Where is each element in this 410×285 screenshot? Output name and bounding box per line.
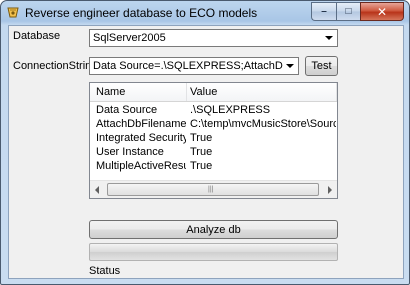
row-value: True <box>190 160 213 172</box>
header-name[interactable]: Name <box>96 86 125 98</box>
status-label: Status <box>89 265 121 277</box>
database-label: Database <box>13 30 61 42</box>
row-name: Data Source <box>96 104 158 116</box>
row-value: True <box>190 146 213 158</box>
column-divider[interactable] <box>186 83 187 101</box>
dialog-window: Reverse engineer database to ECO models … <box>0 0 410 285</box>
minimize-button[interactable]: – <box>311 2 336 21</box>
table-row[interactable]: MultipleActiveResult... True <box>90 160 337 174</box>
header-value[interactable]: Value <box>190 86 217 98</box>
scroll-left-icon[interactable] <box>95 186 99 194</box>
row-name: MultipleActiveResult... <box>96 160 186 172</box>
chevron-down-icon[interactable] <box>286 64 294 68</box>
horizontal-scrollbar[interactable]: ||| <box>90 180 337 198</box>
grip-icon: ||| <box>208 186 214 193</box>
table-row[interactable]: User Instance True <box>90 146 337 160</box>
scroll-right-icon[interactable] <box>328 186 332 194</box>
row-value: .\SQLEXPRESS <box>190 104 271 116</box>
connection-properties-grid[interactable]: Name Value Data Source .\SQLEXPRESS Atta… <box>89 82 338 199</box>
table-row[interactable]: Data Source .\SQLEXPRESS <box>90 104 337 118</box>
row-name: User Instance <box>96 146 164 158</box>
title-bar[interactable]: Reverse engineer database to ECO models … <box>1 1 409 25</box>
row-value: True <box>190 132 213 144</box>
row-name: Integrated Security <box>96 132 186 144</box>
connection-string-value: Data Source=.\SQLEXPRESS;AttachDbFilenam <box>93 60 283 72</box>
app-icon <box>7 7 19 18</box>
table-row[interactable]: Integrated Security True <box>90 132 337 146</box>
window-controls: – □ ✕ <box>311 2 404 21</box>
column-divider <box>336 83 337 101</box>
analyze-db-button[interactable]: Analyze db <box>89 220 338 239</box>
window-title: Reverse engineer database to ECO models <box>25 6 258 20</box>
connection-string-label: ConnectionString <box>13 60 98 72</box>
row-value: C:\temp\mvcMusicStore\Source\... <box>190 118 336 130</box>
connection-string-dropdown[interactable]: Data Source=.\SQLEXPRESS;AttachDbFilenam <box>89 57 299 75</box>
chevron-down-icon[interactable] <box>325 36 333 40</box>
close-button[interactable]: ✕ <box>360 2 404 21</box>
test-button[interactable]: Test <box>305 56 338 76</box>
maximize-button[interactable]: □ <box>336 2 360 21</box>
progress-bar <box>89 243 338 261</box>
database-dropdown-value: SqlServer2005 <box>93 32 166 44</box>
grid-header: Name Value <box>90 83 337 102</box>
dialog-client-area: Database SqlServer2005 ConnectionString … <box>8 25 404 279</box>
row-name: AttachDbFilename <box>96 118 186 130</box>
scrollbar-thumb[interactable]: ||| <box>107 183 319 196</box>
database-dropdown[interactable]: SqlServer2005 <box>89 29 338 47</box>
table-row[interactable]: AttachDbFilename C:\temp\mvcMusicStore\S… <box>90 118 337 132</box>
